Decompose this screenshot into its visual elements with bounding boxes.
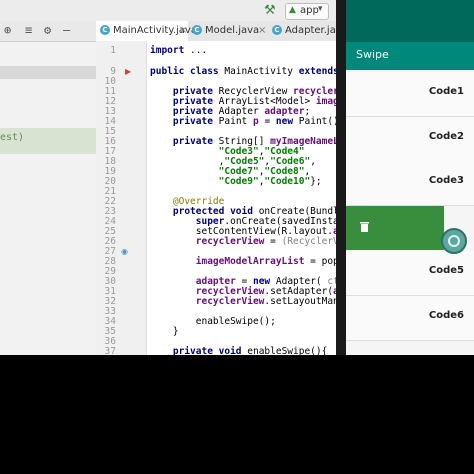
run-configuration-label: app	[300, 5, 319, 16]
code-line: import ...	[150, 45, 208, 56]
app-title: Swipe	[356, 48, 389, 61]
list-item-label: Code6	[428, 310, 464, 321]
list-item-label: Code2	[428, 131, 464, 142]
code-line: recyclerView = (RecyclerView) fi	[195, 236, 336, 247]
tab-model[interactable]: C Model.java ×	[188, 21, 268, 41]
project-tree-item-label: est)	[0, 132, 25, 143]
code-editor[interactable]: 1 9 10 11 12 13 14 15 16 17 18 19 20 21 …	[96, 41, 336, 355]
class-icon: C	[100, 25, 110, 35]
main-toolbar: ⚒ ▲ app ▾	[96, 0, 336, 22]
project-tree-selected-row[interactable]	[0, 66, 96, 79]
project-pane-header	[0, 0, 96, 22]
list-item[interactable]: Code2	[346, 117, 474, 162]
chevron-down-icon: ▾	[318, 4, 323, 14]
code-line: private void enableSwipe(){	[172, 346, 328, 355]
list-item[interactable]: Code6	[346, 296, 474, 341]
class-icon: C	[272, 25, 282, 35]
black-bottom-area	[0, 355, 474, 474]
project-tree-item[interactable]: est)	[0, 128, 96, 154]
run-configuration-select[interactable]: ▲ app ▾	[285, 3, 329, 20]
app-bar: Swipe	[346, 42, 474, 70]
gear-icon[interactable]: ⚙	[44, 23, 51, 37]
tab-label: Model.java	[205, 25, 260, 36]
android-icon: ▲	[289, 5, 296, 15]
collapse-icon[interactable]: ≡	[25, 23, 32, 37]
code-line: private Paint p = new Paint();	[172, 116, 336, 127]
list-item-label: Code1	[428, 86, 464, 97]
override-gutter-icon[interactable]: ◉	[121, 247, 128, 256]
list-item[interactable]: Code3	[346, 161, 474, 206]
build-hammer-icon[interactable]: ⚒	[264, 3, 276, 18]
line-number-gutter: 1 9 10 11 12 13 14 15 16 17 18 19 20 21 …	[96, 41, 147, 355]
hide-icon[interactable]: —	[63, 23, 70, 37]
code-line: public class MainActivity extends AppCo	[150, 66, 336, 77]
list-item-label: Code3	[428, 175, 464, 186]
status-bar	[346, 0, 474, 42]
device-screen: Swipe Code1 Code2 Code3 Code5 Code6	[346, 0, 474, 355]
project-toolbar: ⊕ ≡ ⚙ —	[0, 21, 96, 42]
list-item[interactable]: Code1	[346, 72, 474, 117]
tab-adapter[interactable]: C Adapter.java	[268, 21, 348, 41]
class-icon: C	[192, 25, 202, 35]
run-gutter-icon[interactable]: ▶	[125, 67, 131, 76]
code-line: recyclerView.setLayoutManager(n	[195, 296, 336, 307]
emulator-device: Swipe Code1 Code2 Code3 Code5 Code6	[336, 0, 474, 355]
editor-tabs: C MainActivity.java × C Model.java × C A…	[96, 21, 348, 43]
line-number: 1	[110, 45, 116, 56]
line-number: 37	[104, 346, 116, 355]
target-icon[interactable]: ⊕	[4, 23, 11, 37]
tab-mainactivity[interactable]: C MainActivity.java ×	[96, 21, 197, 43]
list-item-label: Code5	[428, 265, 464, 276]
project-pane: ⊕ ≡ ⚙ — est)	[0, 0, 97, 355]
touch-indicator	[441, 228, 467, 254]
swiped-list-item[interactable]	[346, 206, 444, 250]
trash-icon	[360, 222, 369, 232]
code-line: "Code9","Code10"};	[218, 176, 322, 187]
code-line: imageModelArrayList = populateL	[195, 256, 336, 267]
close-icon[interactable]: ×	[179, 25, 187, 36]
list-item[interactable]: Code5	[346, 251, 474, 296]
code-line: }	[150, 326, 179, 337]
close-icon[interactable]: ×	[258, 25, 266, 36]
